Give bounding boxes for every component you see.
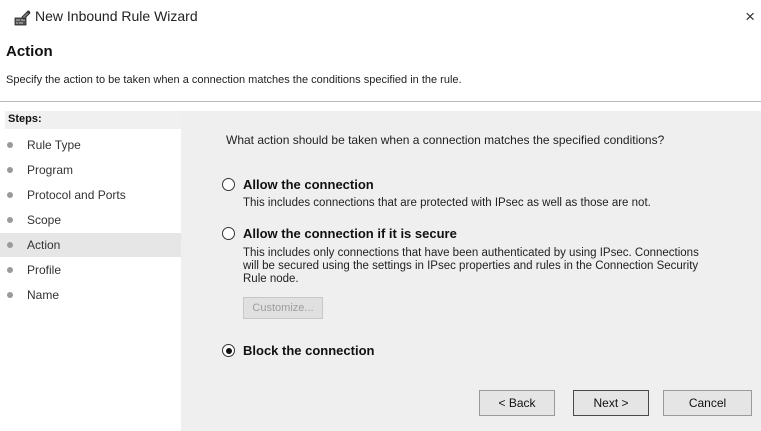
- step-label: Scope: [27, 213, 62, 227]
- step-bullet-icon: [7, 192, 13, 198]
- step-program: Program: [0, 158, 181, 182]
- steps-heading: Steps:: [5, 111, 181, 129]
- block-connection-label[interactable]: Block the connection: [243, 343, 374, 358]
- step-protocol-and-ports: Protocol and Ports: [0, 183, 181, 207]
- step-name: Name: [0, 283, 181, 307]
- step-action: Action: [0, 233, 181, 257]
- allow-connection-radio[interactable]: [222, 178, 235, 191]
- step-label: Action: [27, 238, 61, 252]
- close-icon[interactable]: ×: [745, 7, 755, 27]
- customize-button[interactable]: Customize...: [243, 297, 323, 319]
- step-bullet-icon: [7, 142, 13, 148]
- page-title: Action: [6, 43, 53, 60]
- step-label: Profile: [27, 263, 62, 277]
- block-connection-radio[interactable]: [222, 344, 235, 357]
- next-button[interactable]: Next >: [573, 390, 649, 416]
- steps-heading-label: Steps:: [8, 113, 42, 125]
- firewall-wizard-icon: [13, 9, 31, 27]
- window-title: New Inbound Rule Wizard: [35, 8, 198, 24]
- step-bullet-icon: [7, 217, 13, 223]
- step-profile: Profile: [0, 258, 181, 282]
- allow-if-secure-label[interactable]: Allow the connection if it is secure: [243, 226, 457, 241]
- title-bar: New Inbound Rule Wizard ×: [0, 0, 761, 34]
- step-scope: Scope: [0, 208, 181, 232]
- step-label: Rule Type: [27, 138, 81, 152]
- action-question: What action should be taken when a conne…: [226, 133, 665, 147]
- cancel-button[interactable]: Cancel: [663, 390, 752, 416]
- step-bullet-icon: [7, 267, 13, 273]
- step-bullet-icon: [7, 292, 13, 298]
- allow-if-secure-description-line: This includes only connections that have…: [243, 247, 699, 259]
- wizard-header: Action Specify the action to be taken wh…: [0, 34, 761, 104]
- action-panel: What action should be taken when a conne…: [181, 111, 761, 431]
- steps-sidebar: Steps: Rule Type Program Protocol and Po…: [0, 111, 181, 431]
- header-divider: [0, 101, 761, 102]
- page-description: Specify the action to be taken when a co…: [6, 74, 462, 86]
- allow-connection-description: This includes connections that are prote…: [243, 197, 651, 209]
- allow-if-secure-radio[interactable]: [222, 227, 235, 240]
- allow-connection-label[interactable]: Allow the connection: [243, 177, 374, 192]
- step-label: Program: [27, 163, 74, 177]
- back-button[interactable]: < Back: [479, 390, 555, 416]
- step-rule-type: Rule Type: [0, 133, 181, 157]
- step-label: Protocol and Ports: [27, 188, 126, 202]
- allow-if-secure-description-line: Rule node.: [243, 273, 299, 285]
- allow-if-secure-description-line: will be secured using the settings in IP…: [243, 260, 699, 272]
- step-bullet-icon: [7, 167, 13, 173]
- step-bullet-icon: [7, 242, 13, 248]
- step-label: Name: [27, 288, 60, 302]
